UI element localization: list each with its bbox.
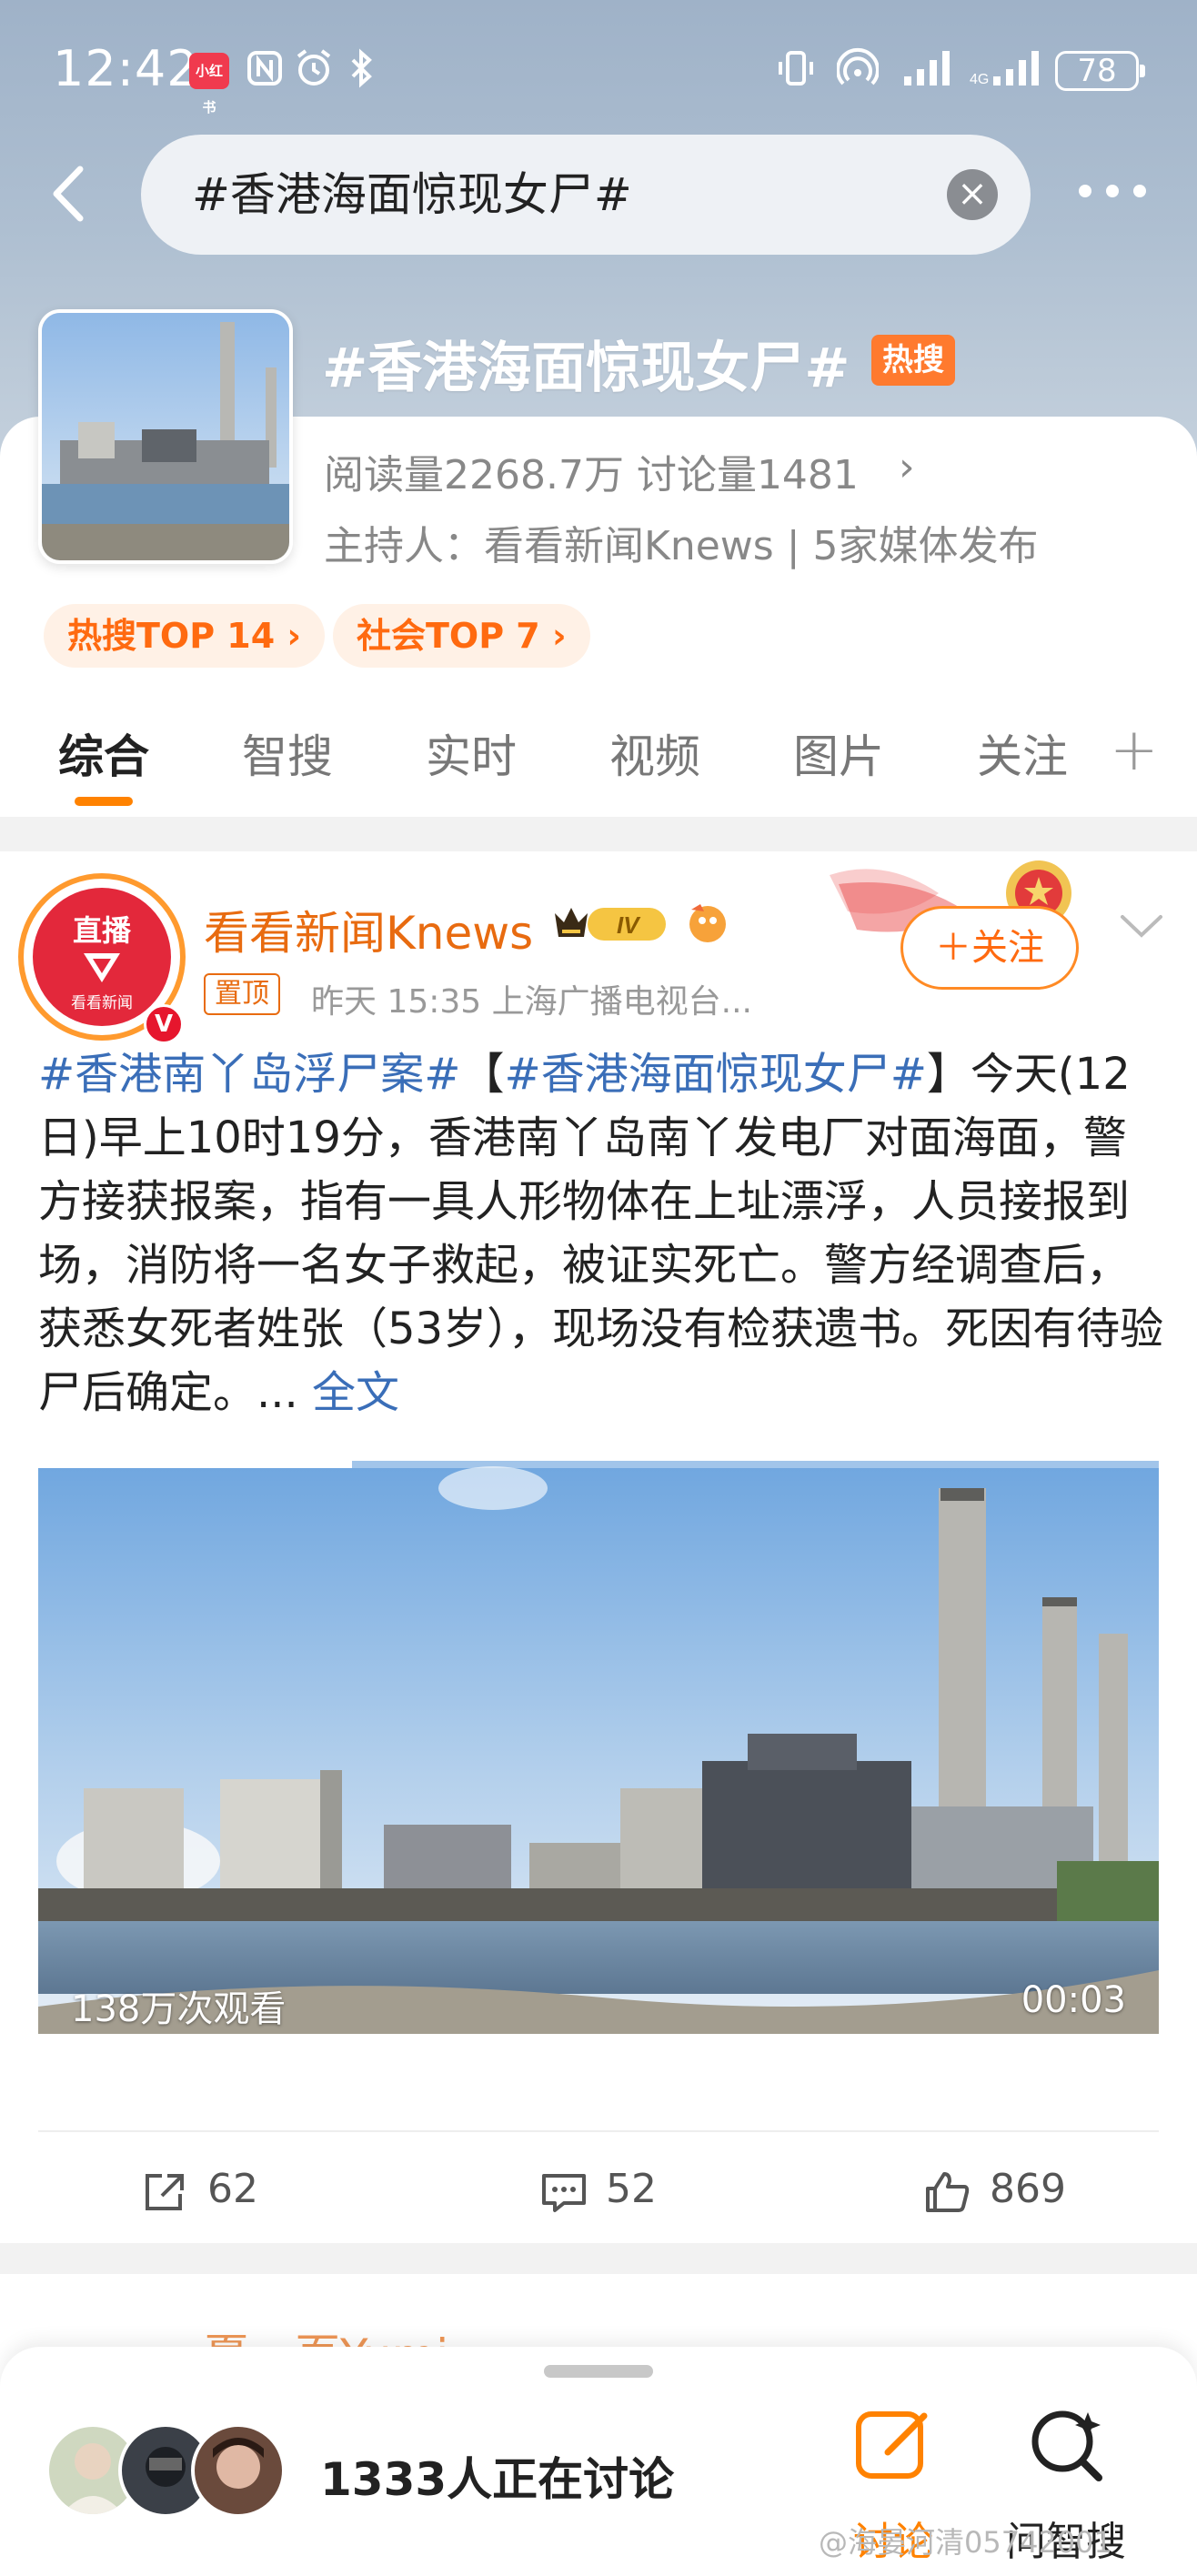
- author-name[interactable]: 看看新闻Knews: [204, 897, 533, 962]
- edit-icon: [856, 2411, 928, 2479]
- alarm-icon: [297, 49, 331, 86]
- avatar[interactable]: 直播 看看新闻 V: [18, 873, 186, 1044]
- chevron-right-icon[interactable]: ›: [899, 444, 915, 490]
- like-button[interactable]: 869: [924, 2158, 1097, 2221]
- video-player[interactable]: 138万次观看 00:03: [38, 1461, 1159, 2034]
- tab-video[interactable]: 视频: [609, 720, 700, 786]
- avatar-image: 直播 看看新闻: [33, 888, 171, 1026]
- fan-badge-icon: [689, 904, 726, 942]
- svg-text:4G: 4G: [970, 72, 989, 87]
- hashtag-link[interactable]: #香港南丫岛浮尸案#: [38, 1049, 460, 1100]
- vip-crown-badge-icon: IV: [555, 908, 666, 941]
- post-meta: 昨天 15:35 上海广播电视台...: [311, 983, 752, 1021]
- power-plant-video-frame-image: [38, 1461, 1159, 2034]
- topic-host[interactable]: 主持人：看看新闻Knews | 5家媒体发布: [324, 513, 1039, 571]
- repost-count: 62: [207, 2166, 258, 2212]
- comment-icon: [542, 2174, 586, 2212]
- add-tab-icon[interactable]: +: [1110, 717, 1159, 784]
- search-query: #香港海面惊现女尸#: [192, 168, 632, 221]
- hashtag-link[interactable]: #香港海面惊现女尸#: [504, 1049, 926, 1100]
- hot-rank-pill[interactable]: 热搜TOP 14 ›: [44, 604, 326, 668]
- video-progress: [38, 1461, 1159, 1468]
- battery-indicator: 78: [1055, 51, 1145, 91]
- live-label: 直播: [72, 913, 131, 948]
- status-time: 12:42: [53, 40, 199, 97]
- user-avatar-image: [213, 2438, 264, 2489]
- read-more-link[interactable]: 全文: [312, 1367, 399, 1418]
- hotspot-icon: [837, 47, 879, 86]
- active-tab-indicator: [75, 797, 133, 806]
- signal-icon: [904, 51, 950, 86]
- vibrate-icon: [779, 51, 813, 86]
- avatar: [191, 2423, 286, 2518]
- logo-icon: [84, 953, 120, 982]
- search-input[interactable]: #香港海面惊现女尸# ×: [141, 135, 1031, 255]
- bluetooth-icon: [351, 48, 372, 88]
- video-progress-fill: [38, 1461, 352, 1468]
- topic-stats[interactable]: 阅读量2268.7万 讨论量1481: [324, 442, 859, 500]
- tab-images[interactable]: 图片: [793, 720, 884, 786]
- signal-2-icon: 4G: [970, 51, 1039, 87]
- app-notification-icon: 小红书: [189, 53, 229, 116]
- thumbs-up-icon: [926, 2172, 970, 2212]
- status-bar: 12:42 小红书 4G 78: [0, 0, 1197, 136]
- like-count: 869: [990, 2166, 1066, 2212]
- post-text: #香港南丫岛浮尸案#【#香港海面惊现女尸#】今天(12日)早上10时19分，香港…: [38, 1042, 1166, 1424]
- video-view-count: 138万次观看: [71, 1988, 287, 2030]
- topic-title: #香港海面惊现女尸#: [322, 337, 850, 400]
- share-icon: [146, 2174, 184, 2210]
- nfc-icon: [247, 51, 282, 86]
- drag-handle[interactable]: [544, 2365, 653, 2378]
- social-rank-pill[interactable]: 社会TOP 7 ›: [333, 604, 590, 668]
- comment-button[interactable]: 52: [540, 2158, 686, 2221]
- post-text-bracket: 【: [460, 1049, 505, 1100]
- tab-comprehensive[interactable]: 综合: [58, 720, 149, 786]
- video-duration: 00:03: [1021, 1979, 1126, 2021]
- divider: [38, 2130, 1159, 2132]
- post-text-body: 】今天(12日)早上10时19分，香港南丫岛南丫发电厂对面海面，警方接获报案，指…: [38, 1049, 1164, 1418]
- post-card: 直播 看看新闻 V 看看新闻Knews IV 置顶 昨天 15:35 上海广播电…: [0, 851, 1197, 2243]
- tab-bar: 综合 智搜 实时 视频 图片 关注 +: [0, 709, 1197, 817]
- tab-following[interactable]: 关注: [977, 720, 1068, 786]
- more-options-icon[interactable]: [1071, 164, 1153, 218]
- power-plant-thumbnail-image: [42, 313, 289, 560]
- watermark: @海晏河清05742001: [819, 2525, 1112, 2560]
- discussing-count: 1333人正在讨论: [320, 2453, 675, 2506]
- vip-level: IV: [617, 911, 641, 939]
- clear-search-button[interactable]: ×: [947, 169, 998, 220]
- repost-button[interactable]: 62: [142, 2158, 287, 2221]
- pinned-tag: 置顶: [204, 973, 280, 1015]
- tab-realtime[interactable]: 实时: [426, 720, 517, 786]
- chevron-down-icon[interactable]: [1117, 908, 1166, 944]
- topic-thumbnail[interactable]: [38, 309, 293, 564]
- tab-smart-search[interactable]: 智搜: [242, 720, 333, 786]
- search-icon: [1031, 2410, 1102, 2481]
- verified-icon: V: [144, 1004, 184, 1044]
- comment-count: 52: [606, 2166, 657, 2212]
- back-arrow-icon[interactable]: [44, 162, 98, 226]
- follow-button[interactable]: ＋关注: [900, 906, 1079, 990]
- hot-search-badge: 热搜: [871, 335, 955, 386]
